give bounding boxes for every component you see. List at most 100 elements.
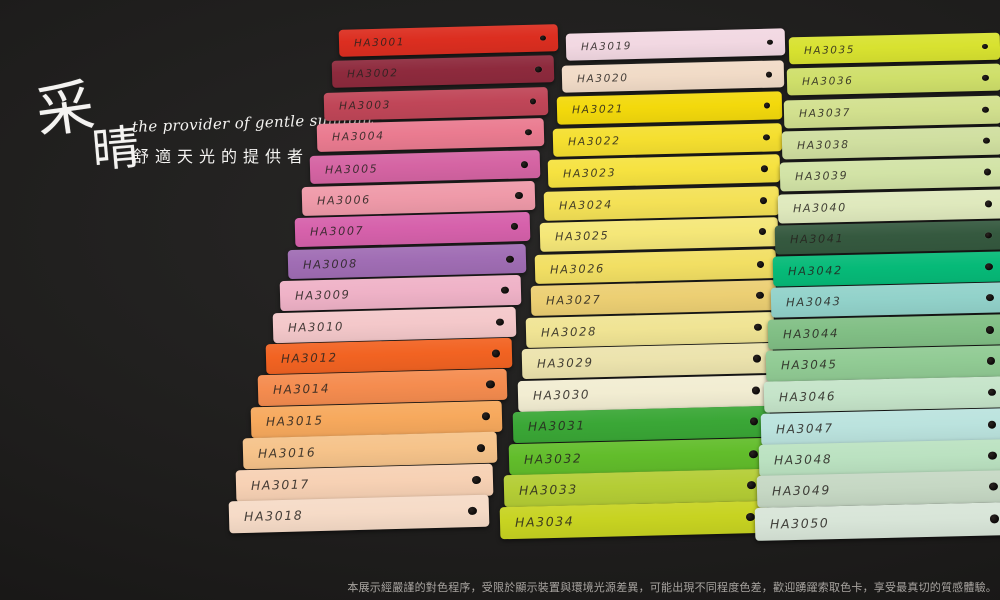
color-card-ha3026: HA3026 bbox=[535, 249, 777, 284]
color-code-label: HA3025 bbox=[539, 229, 609, 244]
color-card-ha3041: HA3041 bbox=[775, 220, 1000, 254]
hang-hole bbox=[515, 192, 522, 199]
color-code-label: HA3048 bbox=[759, 452, 833, 468]
color-card-ha3022: HA3022 bbox=[552, 123, 781, 157]
color-code-label: HA3012 bbox=[265, 350, 337, 366]
color-card-ha3008: HA3008 bbox=[287, 244, 526, 280]
color-code-label: HA3040 bbox=[777, 200, 846, 215]
hang-hole bbox=[511, 224, 519, 231]
color-code-label: HA3047 bbox=[761, 421, 834, 437]
color-code-label: HA3044 bbox=[768, 326, 839, 342]
swatch-board: HA3001HA3002HA3003HA3004HA3005HA3006HA30… bbox=[0, 0, 1000, 600]
color-code-label: HA3008 bbox=[287, 256, 357, 272]
color-card-ha3040: HA3040 bbox=[777, 189, 1000, 223]
color-card-ha3028: HA3028 bbox=[526, 311, 774, 347]
color-card-ha3035: HA3035 bbox=[789, 33, 1000, 65]
color-code-label: HA3003 bbox=[324, 98, 391, 113]
color-card-ha3045: HA3045 bbox=[766, 345, 1000, 381]
hang-hole bbox=[989, 483, 998, 491]
color-card-ha3018: HA3018 bbox=[228, 495, 488, 534]
color-code-label: HA3038 bbox=[782, 137, 850, 152]
hang-hole bbox=[988, 451, 997, 459]
color-code-label: HA3015 bbox=[251, 414, 324, 430]
color-card-ha3030: HA3030 bbox=[517, 374, 772, 411]
color-code-label: HA3031 bbox=[513, 419, 586, 435]
hang-hole bbox=[983, 138, 990, 145]
color-card-ha3038: HA3038 bbox=[782, 126, 1000, 159]
color-code-label: HA3023 bbox=[548, 166, 617, 181]
color-code-label: HA3039 bbox=[780, 169, 848, 184]
hang-hole bbox=[764, 102, 771, 108]
hang-hole bbox=[981, 43, 988, 49]
hang-hole bbox=[758, 228, 766, 235]
color-code-label: HA3045 bbox=[766, 358, 838, 374]
hang-hole bbox=[477, 444, 486, 452]
hang-hole bbox=[482, 412, 491, 420]
hang-hole bbox=[982, 106, 989, 112]
color-card-ha3024: HA3024 bbox=[544, 186, 780, 220]
hang-hole bbox=[985, 232, 993, 239]
disclaimer-text: 本展示經嚴謹的對色程序，受限於顯示裝置與環境光源差異，可能出現不同程度色差，歡迎… bbox=[347, 579, 997, 595]
color-card-ha3005: HA3005 bbox=[309, 150, 539, 184]
color-code-label: HA3020 bbox=[561, 71, 628, 85]
color-card-ha3043: HA3043 bbox=[770, 283, 1000, 318]
color-code-label: HA3049 bbox=[757, 484, 831, 500]
hang-hole bbox=[989, 514, 998, 522]
color-code-label: HA3007 bbox=[295, 225, 365, 240]
hang-hole bbox=[987, 357, 995, 365]
color-code-label: HA3017 bbox=[236, 477, 310, 493]
color-code-label: HA3022 bbox=[553, 134, 621, 149]
hang-hole bbox=[756, 292, 764, 299]
hang-hole bbox=[984, 200, 991, 207]
color-card-ha3020: HA3020 bbox=[561, 60, 784, 93]
hang-hole bbox=[501, 287, 509, 294]
color-code-label: HA3050 bbox=[754, 515, 829, 532]
hang-hole bbox=[982, 75, 989, 81]
color-code-label: HA3029 bbox=[522, 355, 594, 371]
color-card-ha3027: HA3027 bbox=[530, 280, 775, 316]
hang-hole bbox=[760, 197, 767, 204]
color-code-label: HA3028 bbox=[526, 324, 597, 340]
color-card-ha3046: HA3046 bbox=[763, 377, 1000, 414]
color-card-ha3001: HA3001 bbox=[339, 24, 559, 57]
color-card-photo: 采 晴 the provider of gentle sunlight 舒適天光… bbox=[0, 0, 1000, 600]
hang-hole bbox=[765, 71, 772, 77]
hang-hole bbox=[986, 294, 994, 301]
color-card-ha3004: HA3004 bbox=[317, 118, 545, 152]
color-code-label: HA3036 bbox=[787, 75, 854, 89]
color-card-ha3019: HA3019 bbox=[566, 28, 786, 60]
color-card-ha3039: HA3039 bbox=[780, 158, 1000, 192]
color-card-ha3050: HA3050 bbox=[754, 502, 1000, 540]
hang-hole bbox=[985, 263, 993, 270]
color-code-label: HA3016 bbox=[243, 445, 317, 461]
color-code-label: HA3002 bbox=[332, 67, 399, 81]
color-code-label: HA3019 bbox=[566, 40, 632, 54]
hang-hole bbox=[987, 389, 995, 397]
color-code-label: HA3014 bbox=[258, 382, 330, 398]
color-card-ha3031: HA3031 bbox=[513, 406, 771, 443]
color-card-ha3037: HA3037 bbox=[784, 95, 1000, 128]
hang-hole bbox=[746, 512, 755, 520]
hang-hole bbox=[984, 169, 991, 176]
color-code-label: HA3004 bbox=[317, 130, 385, 145]
hang-hole bbox=[757, 260, 765, 267]
hang-hole bbox=[496, 318, 504, 326]
color-code-label: HA3032 bbox=[509, 451, 583, 467]
hang-hole bbox=[506, 255, 514, 262]
hang-hole bbox=[766, 39, 773, 45]
hang-hole bbox=[750, 418, 759, 426]
hang-hole bbox=[761, 165, 768, 172]
color-code-label: HA3041 bbox=[775, 232, 845, 247]
color-code-label: HA3005 bbox=[309, 161, 378, 176]
color-card-ha3044: HA3044 bbox=[768, 314, 1000, 350]
color-card-ha3009: HA3009 bbox=[280, 275, 521, 311]
color-code-label: HA3035 bbox=[789, 43, 855, 56]
hang-hole bbox=[486, 381, 494, 389]
color-card-ha3010: HA3010 bbox=[272, 306, 516, 342]
hang-hole bbox=[535, 66, 542, 72]
color-card-ha3034: HA3034 bbox=[500, 500, 768, 538]
color-card-ha3006: HA3006 bbox=[302, 181, 535, 216]
color-code-label: HA3034 bbox=[500, 513, 575, 530]
hang-hole bbox=[530, 98, 537, 104]
color-code-label: HA3046 bbox=[764, 389, 836, 405]
